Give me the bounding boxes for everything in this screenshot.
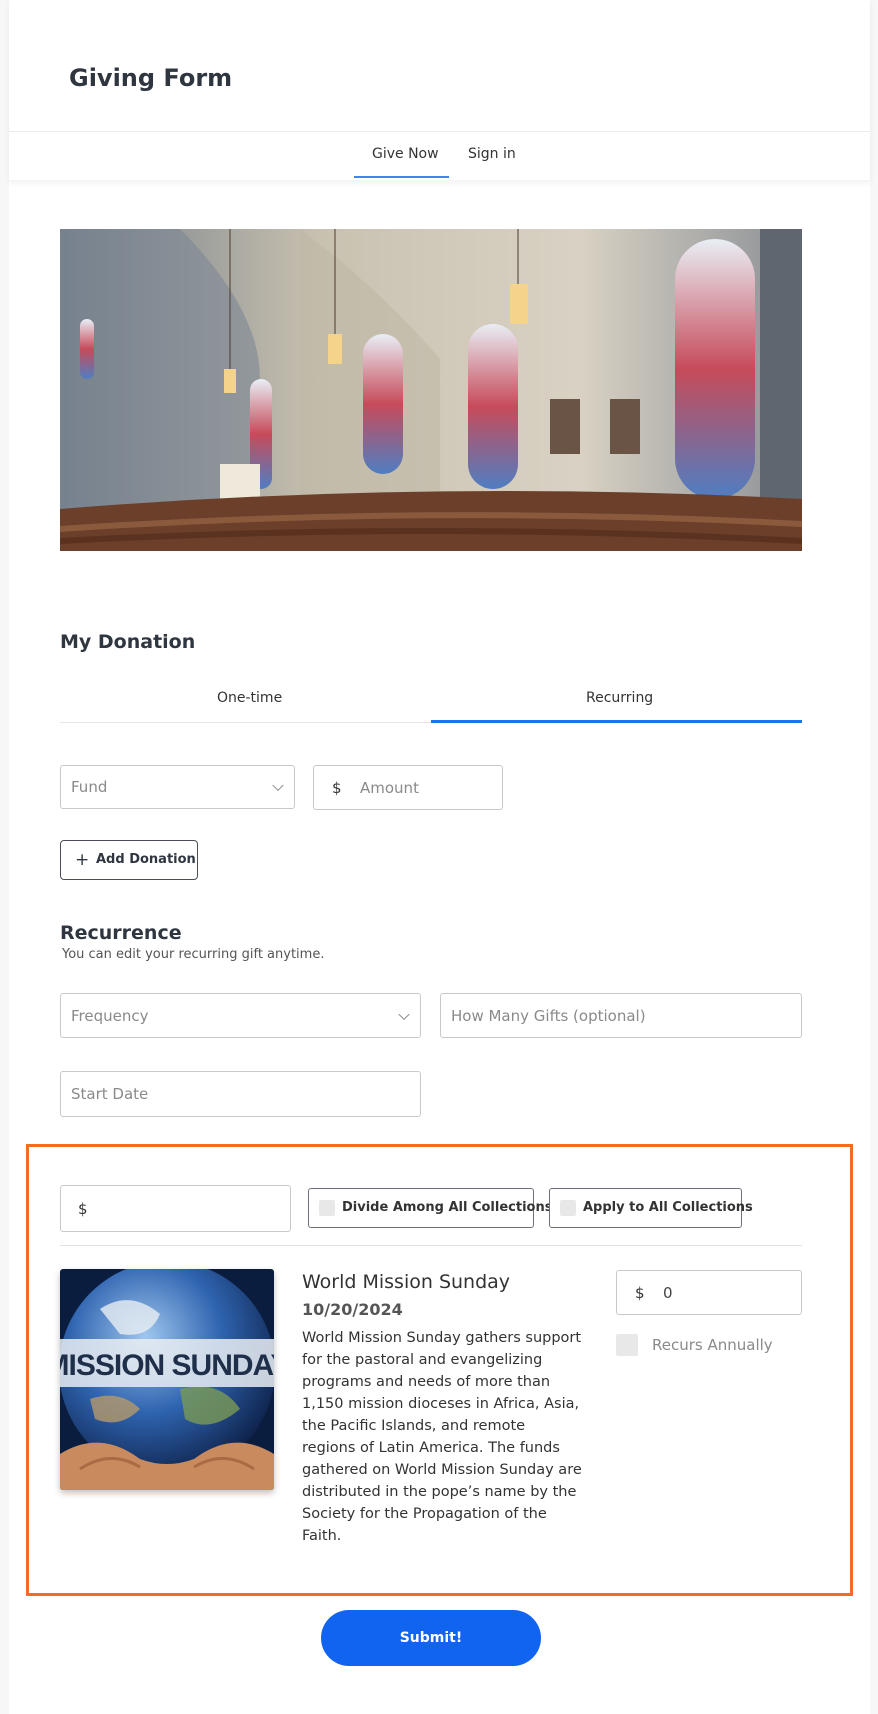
mission-sunday-image-text: MISSION SUNDAY: [60, 1349, 274, 1382]
page-title: Giving Form: [69, 64, 233, 92]
frequency-select[interactable]: Frequency: [60, 993, 421, 1038]
tab-sign-in[interactable]: Sign in: [468, 146, 516, 162]
tab-recurring[interactable]: Recurring: [586, 690, 653, 706]
header: Giving Form Give Now Sign in: [9, 0, 870, 180]
start-date-placeholder: Start Date: [71, 1085, 149, 1103]
dollar-sign-icon: $: [332, 778, 342, 797]
add-donation-label: Add Donation: [96, 852, 196, 867]
church-hero-image: [60, 229, 802, 551]
how-many-gifts-placeholder: How Many Gifts (optional): [451, 1006, 646, 1025]
collections-divider: [60, 1245, 802, 1246]
tab-one-time[interactable]: One-time: [217, 690, 282, 706]
checkbox-icon: [319, 1200, 335, 1216]
collection-amount-value: 0: [663, 1283, 673, 1302]
recurs-annually-label: Recurs Annually: [652, 1336, 773, 1354]
frequency-placeholder: Frequency: [71, 1006, 149, 1025]
tab-give-now[interactable]: Give Now: [372, 146, 439, 162]
add-donation-button[interactable]: + Add Donation: [60, 840, 198, 880]
mission-sunday-image: MISSION SUNDAY: [60, 1269, 274, 1490]
fund-placeholder: Fund: [71, 778, 108, 796]
chevron-down-icon: [398, 1008, 410, 1020]
active-donation-tab-indicator: [431, 720, 802, 723]
plus-icon: +: [75, 850, 90, 870]
apply-to-all-collections-button[interactable]: Apply to All Collections: [549, 1188, 753, 1228]
active-tab-indicator: [354, 176, 449, 178]
apply-label: Apply to All Collections: [583, 1200, 753, 1215]
start-date-input[interactable]: Start Date: [60, 1071, 421, 1117]
chevron-down-icon: [272, 779, 284, 792]
submit-button[interactable]: Submit!: [321, 1610, 541, 1666]
church-interior-photo: [60, 229, 802, 551]
fund-select[interactable]: Fund: [60, 765, 295, 809]
recurs-annually-checkbox[interactable]: [616, 1334, 638, 1356]
collection-title: World Mission Sunday: [302, 1271, 511, 1293]
header-divider: [9, 131, 870, 132]
dollar-sign-icon: $: [635, 1283, 645, 1302]
collection-date: 10/20/2024: [302, 1300, 403, 1319]
checkbox-icon: [560, 1200, 576, 1216]
donation-section-title: My Donation: [60, 631, 196, 653]
collection-amount-input[interactable]: $ 0: [616, 1270, 802, 1315]
collection-description: World Mission Sunday gathers support for…: [302, 1330, 582, 1544]
globe-in-hands-image: MISSION SUNDAY: [60, 1269, 274, 1490]
recurrence-subtitle: You can edit your recurring gift anytime…: [62, 947, 325, 962]
amount-input[interactable]: $ Amount: [313, 765, 503, 810]
dollar-sign-icon: $: [78, 1199, 88, 1218]
divide-among-all-collections-button[interactable]: Divide Among All Collections: [308, 1188, 552, 1228]
recurrence-section-title: Recurrence: [60, 922, 182, 944]
bulk-amount-input[interactable]: $: [60, 1185, 291, 1232]
how-many-gifts-input[interactable]: How Many Gifts (optional): [440, 993, 802, 1038]
amount-placeholder: Amount: [360, 778, 419, 797]
divide-label: Divide Among All Collections: [342, 1200, 553, 1215]
